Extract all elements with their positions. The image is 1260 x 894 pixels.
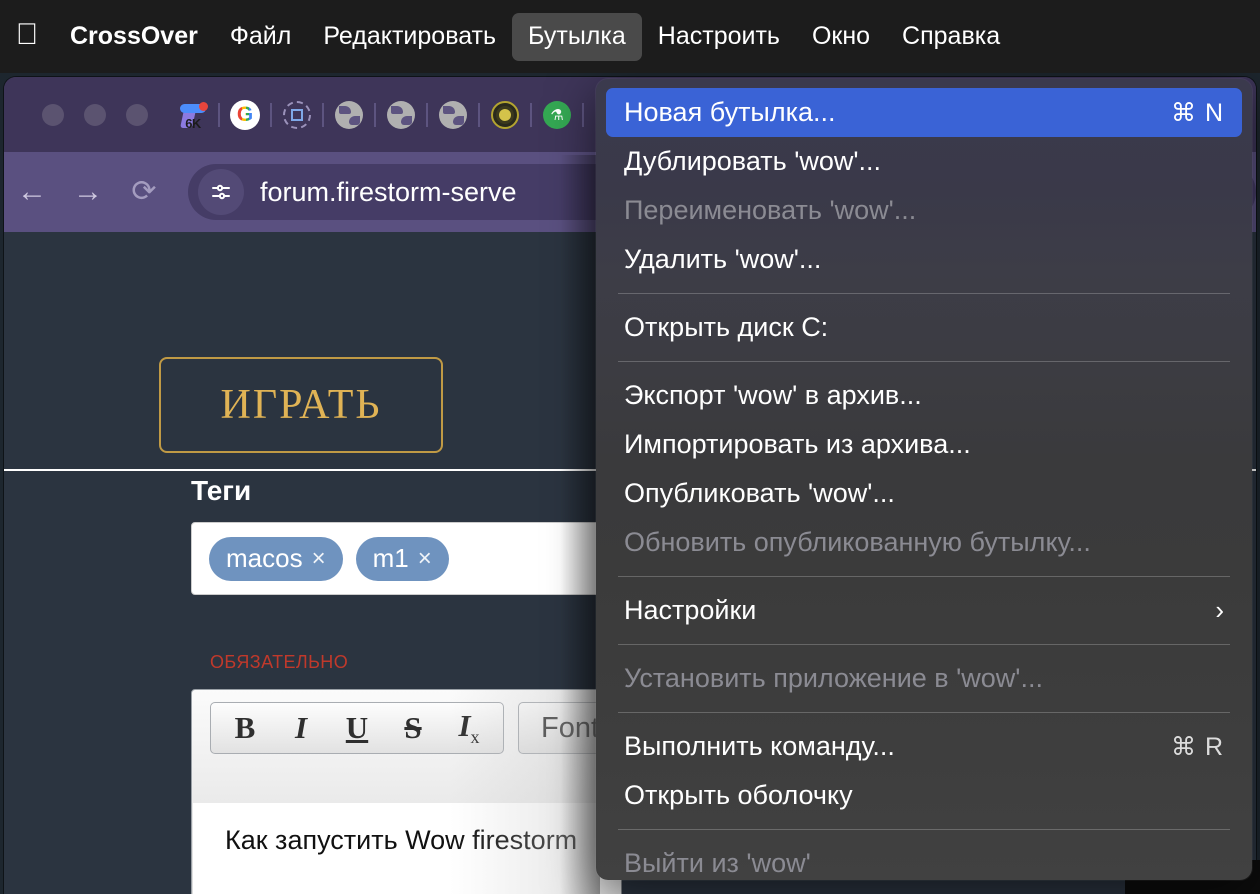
menu-item-label: Дублировать 'wow'... [624,146,882,176]
menu-item-export-bottle-archive[interactable]: Экспорт 'wow' в архив... [606,371,1242,420]
menu-item-open-shell[interactable]: Открыть оболочку [606,771,1242,820]
menubar-item-configure[interactable]: Настроить [642,13,796,61]
extension-separator [530,102,532,127]
strikethrough-button[interactable]: S [387,710,439,746]
chevron-right-icon: › [1215,595,1224,625]
menu-divider [618,361,1230,362]
address-bar-text[interactable]: forum.firestorm-serve [260,177,517,208]
menu-divider [618,644,1230,645]
menu-divider [618,712,1230,713]
menu-item-open-c-drive[interactable]: Открыть диск C: [606,303,1242,352]
remove-format-sub: x [470,727,480,748]
italic-button[interactable]: I [275,710,327,746]
menu-item-install-application: Установить приложение в 'wow'... [606,654,1242,703]
menu-item-label: Опубликовать 'wow'... [624,478,895,508]
google-extension-icon[interactable]: G [228,98,262,132]
menu-item-import-from-archive[interactable]: Импортировать из архива... [606,420,1242,469]
extension-toolbar: 6K G ⚗ [176,98,592,132]
macos-menubar:  CrossOver Файл Редактировать Бутылка Н… [0,0,1260,73]
menu-item-shortcut: ⌘ R [1171,732,1224,761]
extension-separator [478,102,480,127]
extension-separator [270,102,272,127]
menu-item-label: Импортировать из архива... [624,429,971,459]
tags-input[interactable]: macos × m1 × [191,522,621,595]
menu-item-quit-bottle: Выйти из 'wow' [606,839,1242,880]
editor-body[interactable]: Как запустить Wow firestorm Нужно, проце… [193,803,621,894]
menu-item-label: Выполнить команду... [624,731,895,761]
extension-separator [582,102,584,127]
extension-separator [426,102,428,127]
menu-item-delete-bottle[interactable]: Удалить 'wow'... [606,235,1242,284]
menubar-item-window[interactable]: Окно [796,13,886,61]
tag-label: macos [226,543,303,573]
menu-item-rename-bottle: Переименовать 'wow'... [606,186,1242,235]
globe-extension-icon-3[interactable] [436,98,470,132]
remove-format-button[interactable]: Ix [443,708,495,748]
editor-toolbar: B I U S Ix Font [192,690,623,766]
menu-item-label: Обновить опубликованную бутылку... [624,527,1091,557]
apple-logo-icon[interactable]:  [0,19,54,54]
menu-item-shortcut: ⌘ N [1171,98,1224,127]
menu-item-new-bottle[interactable]: Новая бутылка... ⌘ N [606,88,1242,137]
tag-chip[interactable]: macos × [209,536,343,581]
target-extension-icon[interactable] [488,98,522,132]
back-button[interactable]: ← [4,177,60,207]
extension-separator [322,102,324,127]
menu-item-label: Открыть оболочку [624,780,853,810]
google-letter: G [236,102,254,126]
menu-item-publish-bottle[interactable]: Опубликовать 'wow'... [606,469,1242,518]
menu-divider [618,829,1230,830]
menu-item-settings[interactable]: Настройки › [606,586,1242,635]
reload-button[interactable]: ⟳ [116,177,172,207]
close-window-button[interactable] [42,103,64,126]
required-label: ОБЯЗАТЕЛЬНО [210,652,349,672]
menu-item-duplicate-bottle[interactable]: Дублировать 'wow'... [606,137,1242,186]
globe-extension-icon-2[interactable] [384,98,418,132]
rich-text-editor[interactable]: B I U S Ix Font Как запустить Wow firest… [191,689,623,894]
menu-item-label: Настройки [624,595,757,625]
tag-remove-icon[interactable]: × [418,545,432,573]
play-button[interactable]: ИГРАТЬ [159,357,443,453]
underline-button[interactable]: U [331,710,383,746]
menu-item-label: Удалить 'wow'... [624,244,822,274]
forward-button[interactable]: → [60,177,116,207]
tag-chip[interactable]: m1 × [355,536,449,581]
menu-item-label: Открыть диск C: [624,312,829,342]
menu-item-label: Переименовать 'wow'... [624,195,917,225]
menubar-item-edit[interactable]: Редактировать [307,13,512,61]
menu-item-run-command[interactable]: Выполнить команду... ⌘ R [606,722,1242,771]
extension-separator [218,102,220,127]
menubar-item-bottle[interactable]: Бутылка [512,12,642,61]
editor-format-group: B I U S Ix [210,702,504,754]
sixk-badge-label: 6K [185,115,201,131]
maximize-window-button[interactable] [126,103,148,126]
globe-extension-icon-1[interactable] [332,98,366,132]
tags-label: Теги [191,475,252,506]
screen-root: 6K G ⚗ ← → ⟳ forum.firestorm-serve ИГРАТ… [0,0,1260,894]
menubar-item-help[interactable]: Справка [886,13,1016,61]
menu-divider [618,576,1230,577]
menu-item-label: Установить приложение в 'wow'... [624,663,1043,693]
menu-item-update-published-bottle: Обновить опубликованную бутылку... [606,518,1242,567]
bold-button[interactable]: B [219,710,271,746]
menu-divider [618,293,1230,294]
menu-item-label: Экспорт 'wow' в архив... [624,380,922,410]
editor-line-1: Как запустить Wow firestorm [225,825,578,855]
dashed-circle-extension-icon[interactable] [280,98,314,132]
flask-extension-icon[interactable]: ⚗ [540,98,574,132]
tag-remove-icon[interactable]: × [312,545,326,573]
extension-separator [374,102,376,127]
menubar-item-file[interactable]: Файл [214,13,307,61]
tune-icon[interactable] [198,169,244,215]
menubar-item-crossover[interactable]: CrossOver [54,13,214,61]
menu-item-label: Новая бутылка... [624,97,836,127]
remove-format-letter: I [458,707,471,743]
minimize-window-button[interactable] [84,103,106,126]
tag-label: m1 [372,543,409,573]
bottle-menu-dropdown[interactable]: Новая бутылка... ⌘ N Дублировать 'wow'..… [596,79,1252,880]
menu-item-label: Выйти из 'wow' [624,848,811,878]
sixk-extension-icon[interactable]: 6K [176,98,210,132]
window-traffic-lights[interactable] [42,103,148,126]
